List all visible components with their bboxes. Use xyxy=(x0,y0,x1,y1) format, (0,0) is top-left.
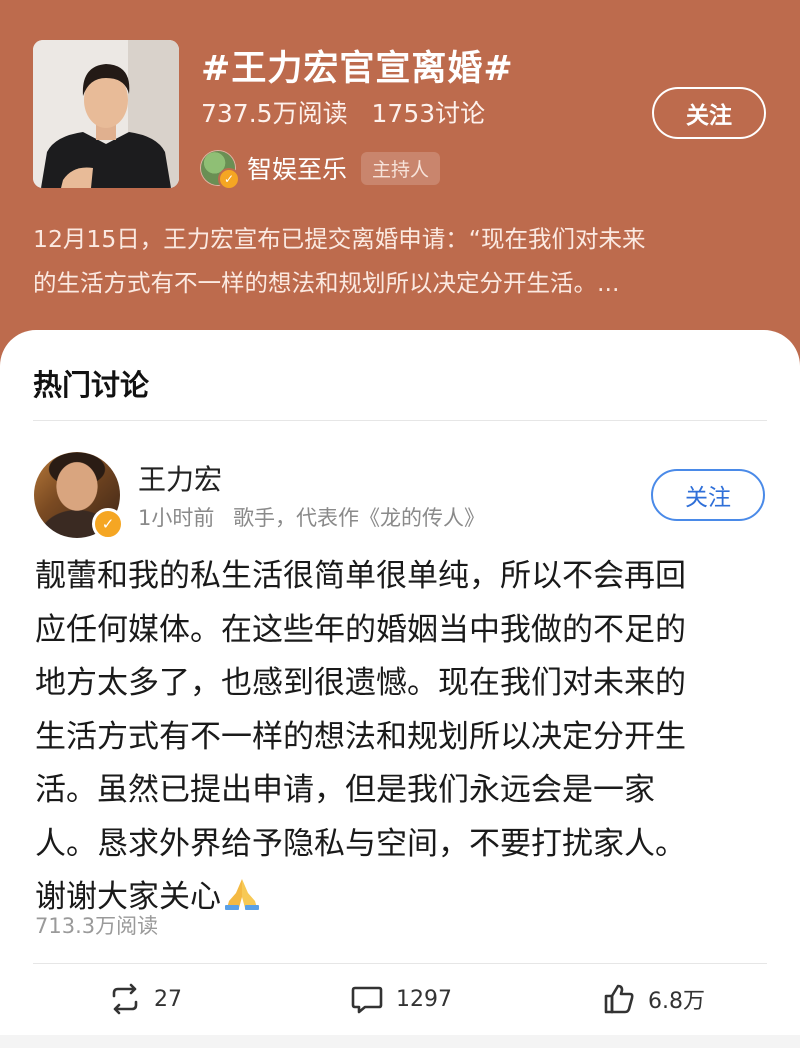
verified-badge-icon: ✓ xyxy=(218,168,240,190)
repost-count: 27 xyxy=(154,986,182,1012)
comment-count: 1297 xyxy=(396,986,452,1012)
host-avatar[interactable]: ✓ xyxy=(201,151,240,190)
topic-discussion-count: 1753讨论 xyxy=(371,99,486,128)
topic-description-line: 12月15日，王力宏宣布已提交离婚申请：“现在我们对未来 xyxy=(33,225,646,253)
comment-button[interactable]: 1297 xyxy=(350,981,452,1017)
topic-header: #王力宏官宣离婚# 737.5万阅读 1753讨论 ✓ 智娱至乐 主持人 关注 … xyxy=(0,0,800,380)
post-actions: 27 1297 6.8万 xyxy=(0,963,800,1033)
author-bio: 歌手，代表作《龙的传人》 xyxy=(233,506,486,530)
topic-description-line: 的生活方式有不一样的想法和规划所以决定分开生活。... xyxy=(33,269,620,297)
post-text-line: 人。恳求外界给予隐私与空间，不要打扰家人。 xyxy=(35,825,686,862)
host-tag: 主持人 xyxy=(361,151,441,185)
divider xyxy=(33,420,767,421)
post-text-line: 靓蕾和我的私生活很简单很单纯，所以不会再回 xyxy=(35,558,686,594)
person-photo xyxy=(33,40,179,188)
section-title: 热门讨论 xyxy=(33,368,150,402)
post-text-line: 活。虽然已提出申请，但是我们永远会是一家 xyxy=(35,772,655,808)
author-name[interactable]: 王力宏 xyxy=(138,458,222,498)
topic-title: #王力宏官宣离婚# xyxy=(201,49,514,89)
topic-read-count: 737.5万阅读 xyxy=(201,99,348,128)
comment-icon xyxy=(351,986,383,1014)
repost-button[interactable]: 27 xyxy=(108,981,182,1017)
like-button[interactable]: 6.8万 xyxy=(602,981,705,1017)
post-time: 1小时前 xyxy=(138,506,215,530)
repost-icon xyxy=(112,983,138,1015)
post-text-line: 地方太多了，也感到很遗憾。现在我们对未来的 xyxy=(35,665,686,701)
topic-cover-image[interactable] xyxy=(33,40,179,188)
hot-discussion-card: 热门讨论 ✓ 王力宏 1小时前 歌手，代表作《龙的传人》 关注 靓蕾和我的私生活… xyxy=(0,330,800,1035)
thumbs-up-icon xyxy=(604,984,634,1014)
author-avatar[interactable]: ✓ xyxy=(34,452,124,540)
topic-stats: 737.5万阅读 1753讨论 xyxy=(201,94,485,130)
post-meta: 1小时前 歌手，代表作《龙的传人》 xyxy=(138,502,485,532)
post-read-count: 713.3万阅读 xyxy=(35,914,159,938)
topic-description[interactable]: 12月15日，王力宏宣布已提交离婚申请：“现在我们对未来 的生活方式有不一样的想… xyxy=(33,217,773,305)
like-count: 6.8万 xyxy=(648,989,705,1014)
post-text-line: 生活方式有不一样的想法和规划所以决定分开生 xyxy=(35,718,686,755)
host-name[interactable]: 智娱至乐 xyxy=(247,150,347,186)
follow-author-button[interactable]: 关注 xyxy=(651,469,765,521)
follow-topic-button[interactable]: 关注 xyxy=(652,87,766,139)
praying-hands-icon xyxy=(223,875,261,929)
topic-host[interactable]: ✓ 智娱至乐 主持人 xyxy=(201,149,441,190)
post-text-line: 应任何媒体。在这些年的婚姻当中我做的不足的 xyxy=(35,611,686,648)
post-text[interactable]: 靓蕾和我的私生活很简单很单纯，所以不会再回 应任何媒体。在这些年的婚姻当中我做的… xyxy=(35,550,775,929)
verified-badge-icon: ✓ xyxy=(92,508,124,540)
